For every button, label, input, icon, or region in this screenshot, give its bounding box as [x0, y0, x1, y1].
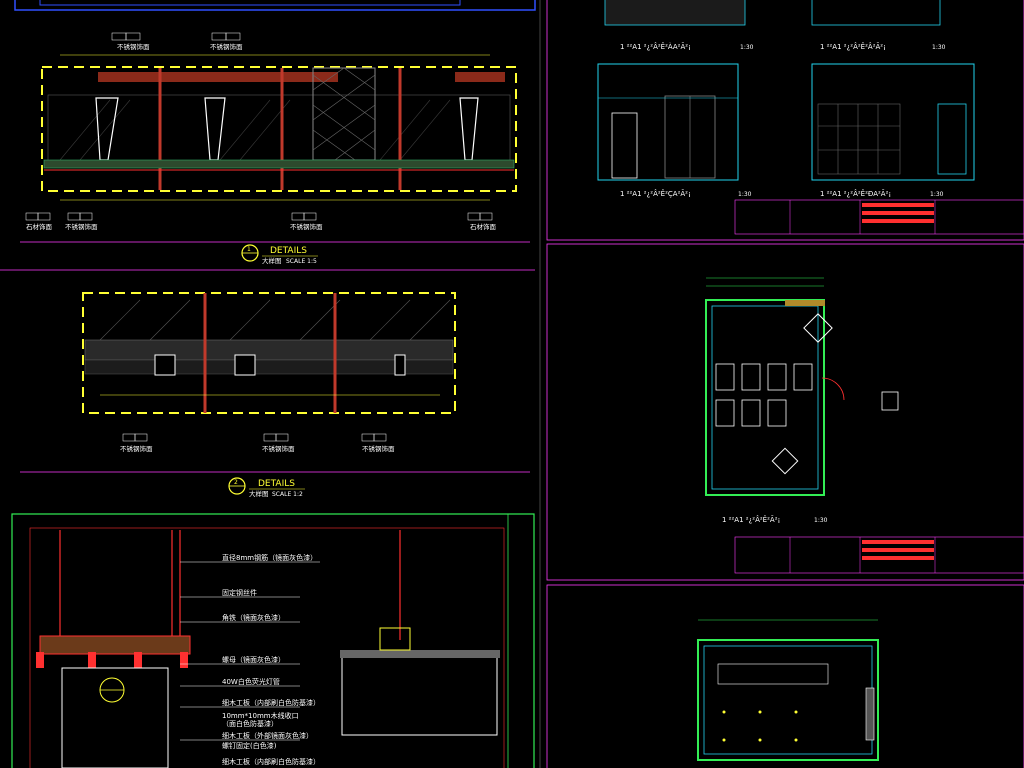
callout-bottom-label-1: 石材饰面: [26, 222, 53, 231]
detail-1-subtitle: 大样图: [262, 256, 282, 265]
elevation-a-title: 1 ²²A1 ²¿²Â²Ê²ÀA²Ã²¡: [620, 42, 691, 51]
detail-1-top-beam: [98, 72, 338, 82]
section-label-10: 螺钉固定(白色漆): [222, 741, 277, 750]
elevation-c-title: 1 ²²A1 ²¿²Â²Ê²ÇA²Ã²¡: [620, 189, 691, 198]
section-top-box: [39, 635, 191, 655]
elevation-b-title: 1 ²²A1 ²¿²Â²Ê²Â²Ã²¡: [820, 42, 886, 51]
elevation-b-scale: 1:30: [932, 44, 946, 51]
section-label-5: 40W白色荧光灯管: [222, 677, 280, 686]
detail-1-top-beam-right: [455, 72, 505, 82]
detail-2-callout-label-2: 不锈钢饰面: [262, 444, 295, 453]
callout-bottom-label-3: 不锈钢饰面: [290, 222, 323, 231]
floor-plan-window: [785, 300, 825, 306]
detail-2-marker-number: 2: [234, 479, 238, 486]
detail-1-marker-number: 1: [247, 246, 251, 253]
section-label-1: 直径8mm钢筋（镜面灰色漆）: [222, 553, 317, 562]
elevation-d-title: 1 ²²A1 ²¿²Â²Ê²ÐA²Ã²¡: [820, 189, 891, 198]
elevation-a-scale: 1:30: [740, 44, 754, 51]
floor-plan-scale: 1:30: [814, 517, 828, 524]
detail-2-title: DETAILS: [258, 479, 295, 489]
detail-1-base-strip: [43, 159, 515, 169]
callout-top-label-1: 不锈钢饰面: [117, 42, 150, 51]
callout-bottom-label-2: 不锈钢饰面: [65, 222, 98, 231]
elevation-d-scale: 1:30: [930, 191, 944, 198]
detail-2-subtitle: 大样图: [249, 489, 269, 498]
detail-2-callout-label-1: 不锈钢饰面: [120, 444, 153, 453]
detail-2-scale: SCALE 1:2: [272, 491, 303, 498]
section-label-4: 螺母（镜面灰色漆）: [222, 655, 285, 664]
section-label-2: 固定钢丝件: [222, 588, 257, 597]
section-side-cap: [340, 650, 500, 658]
elevation-a-remnant: [604, 0, 746, 26]
detail-1-scale: SCALE 1:5: [286, 258, 317, 265]
floor-plan-title: 1 ²²A1 ²¿²Â²Ê²Ã²¡: [722, 515, 780, 524]
callout-top-label-2: 不锈钢饰面: [210, 42, 243, 51]
ceiling-plan-strip-light: [865, 687, 875, 741]
section-label-9: 细木工板（外部镜面灰色漆）: [222, 731, 313, 740]
section-label-6: 细木工板（内部刷白色防基漆）: [222, 698, 320, 707]
cad-drawing-canvas: 不锈钢饰面 不锈钢饰面 石材饰面 不锈钢饰面 不锈钢饰面 石材饰面 1 DETA…: [0, 0, 1024, 768]
detail-2-callout-label-3: 不锈钢饰面: [362, 444, 395, 453]
section-label-3: 角铁（镜面灰色漆）: [222, 613, 285, 622]
callout-bottom-label-4: 石材饰面: [470, 222, 497, 231]
detail-1-title: DETAILS: [270, 246, 307, 256]
section-label-7: 10mm*10mm木线收口: [222, 711, 299, 720]
section-label-11: 细木工板（内部刷白色防基漆）: [222, 757, 320, 766]
section-label-8: （面白色防基漆）: [222, 719, 278, 728]
elevation-c-scale: 1:30: [738, 191, 752, 198]
